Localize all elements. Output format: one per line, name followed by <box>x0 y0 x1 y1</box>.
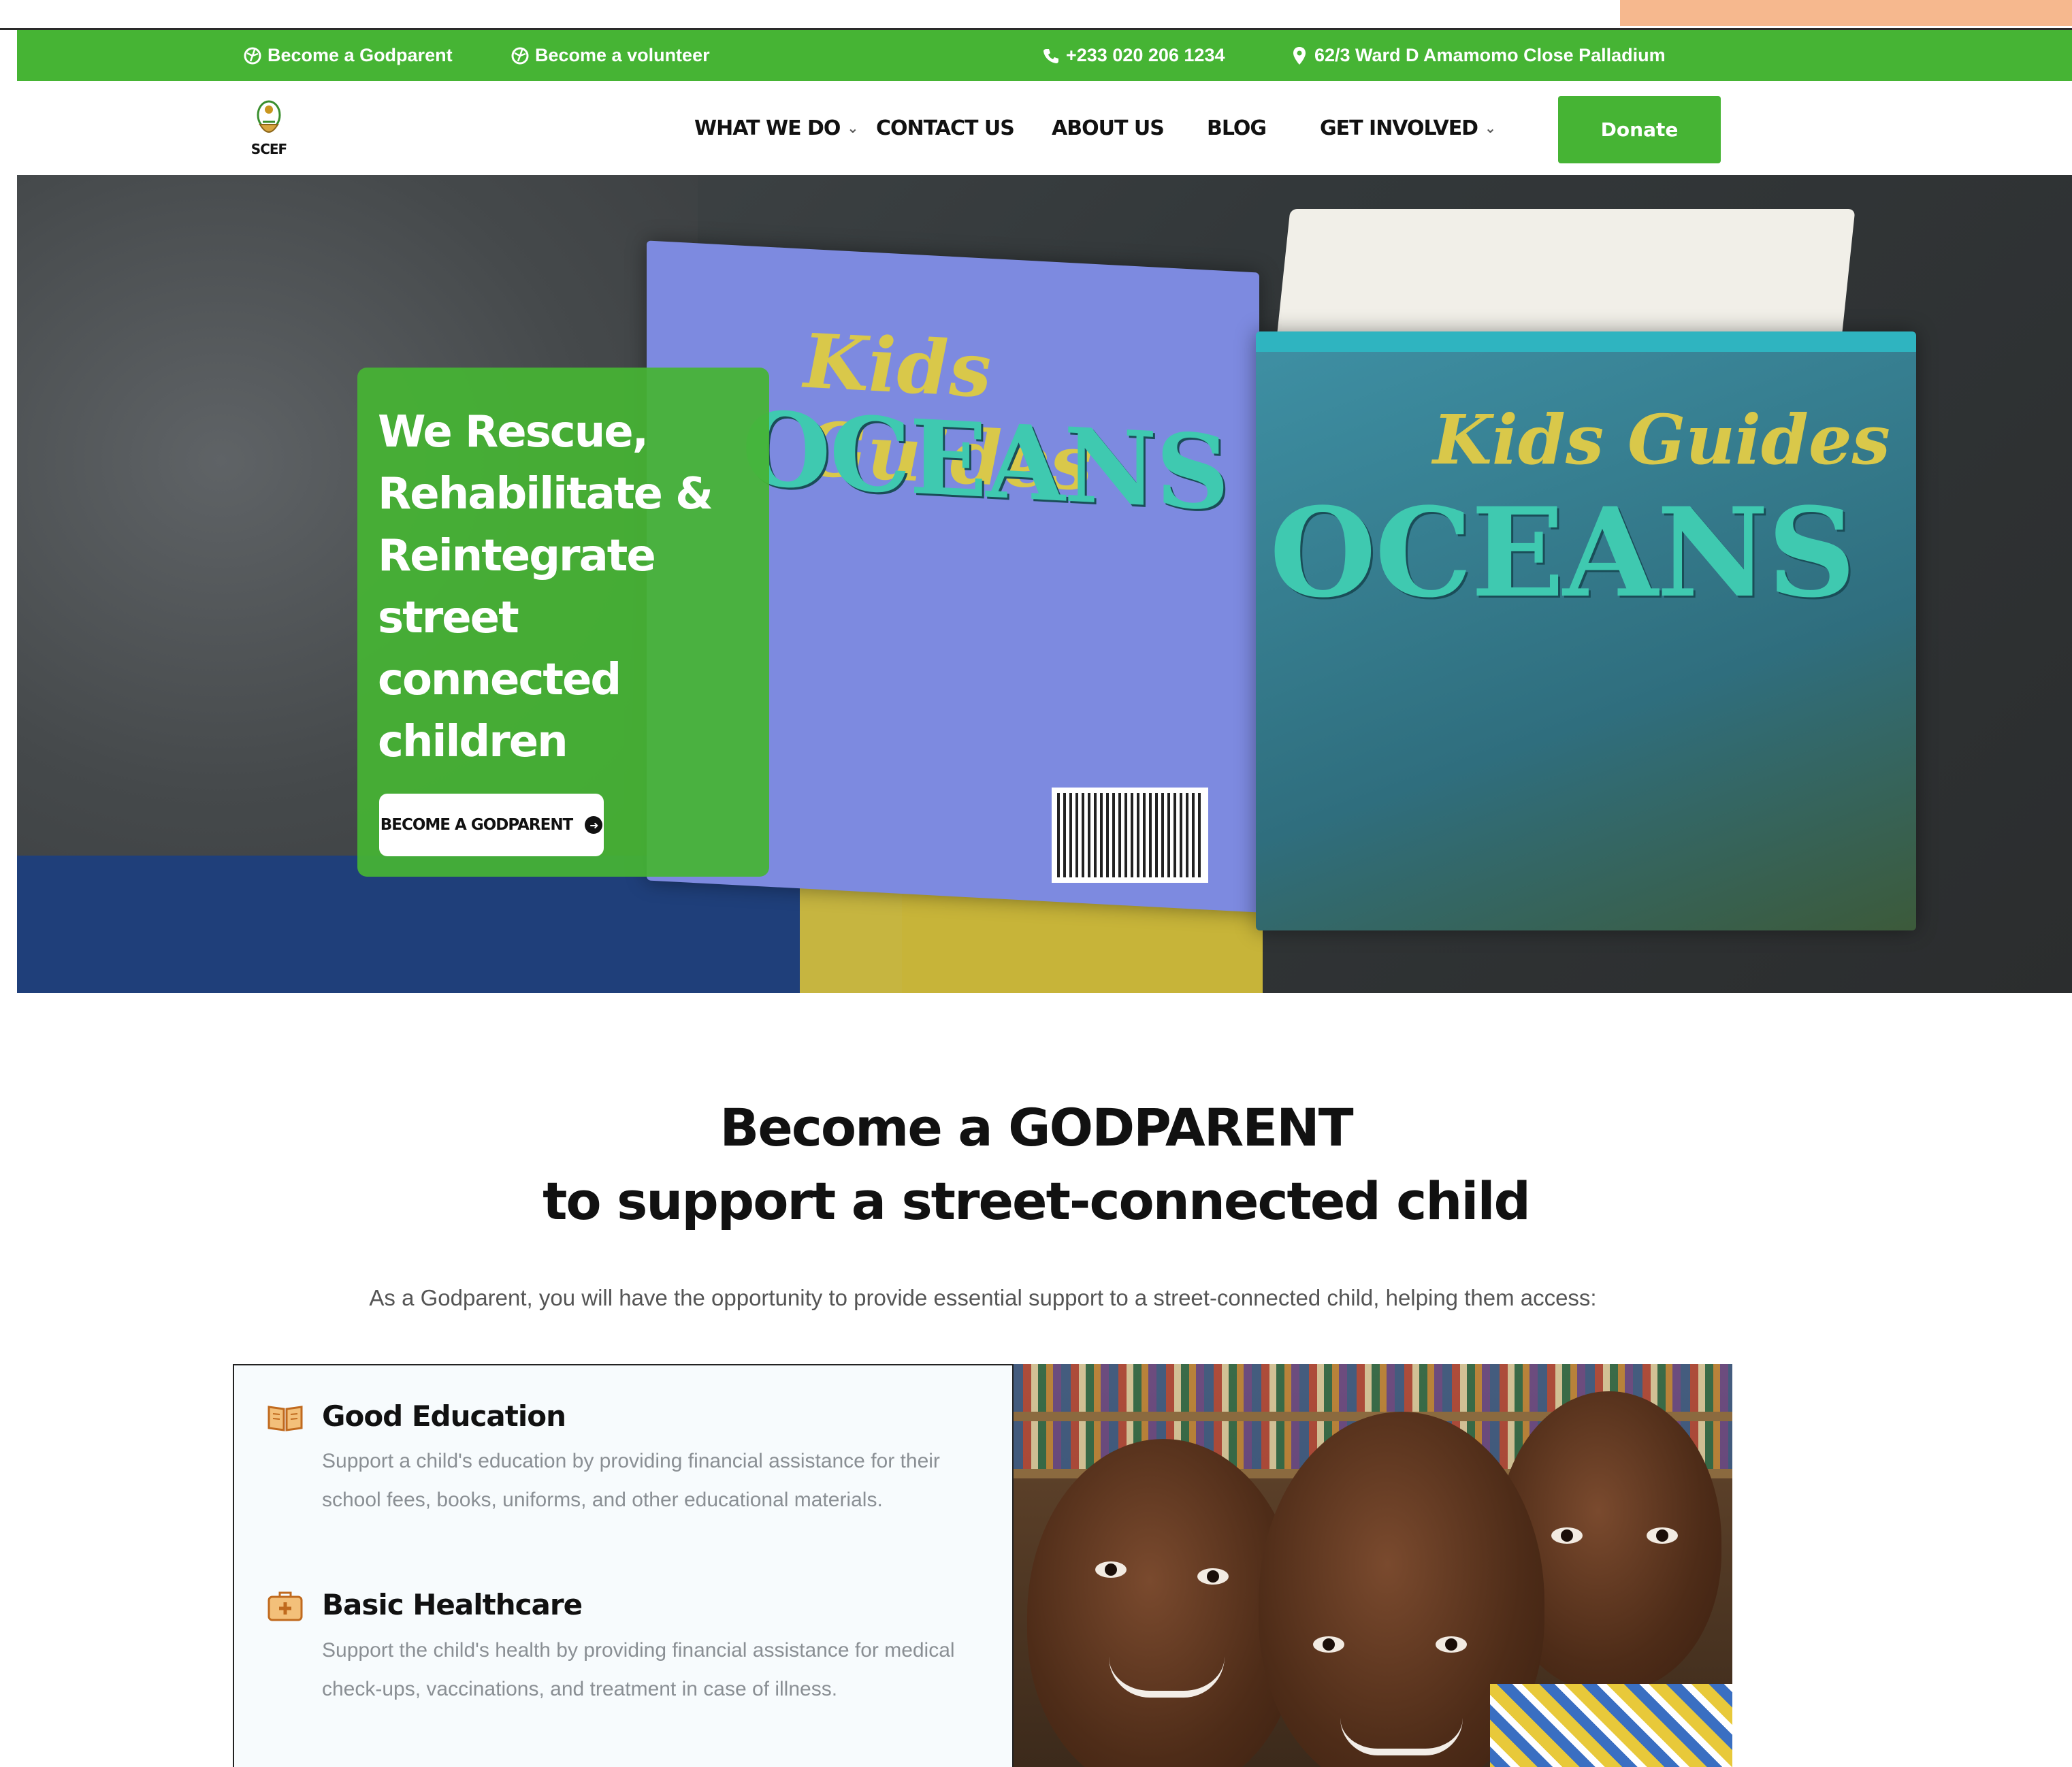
first-aid-kit-icon <box>266 1590 304 1621</box>
children-photo <box>1014 1364 1732 1767</box>
globe-icon <box>243 46 262 65</box>
arrow-right-icon: ➜ <box>585 816 603 834</box>
hero-title: We Rescue, Rehabilitate & Reintegrate st… <box>378 407 713 767</box>
hero-card: We Rescue, Rehabilitate & Reintegrate st… <box>357 368 769 877</box>
phone-icon <box>1041 46 1061 65</box>
open-book-icon <box>266 1403 304 1433</box>
nav-blog[interactable]: BLOG <box>1207 81 1267 175</box>
logo-text: SCEF <box>250 141 287 157</box>
become-godparent-button-label: BECOME A GODPARENT <box>380 816 574 834</box>
address-text: 62/3 Ward D Amamomo Close Palladium <box>1314 45 1666 65</box>
child-eye <box>1313 1636 1344 1653</box>
phone-link[interactable]: +233 020 206 1234 <box>1041 30 1225 81</box>
barcode-image <box>1052 788 1208 883</box>
nav-about-us-label: ABOUT US <box>1052 116 1165 140</box>
child-eye <box>1551 1527 1583 1544</box>
become-volunteer-label: Become a volunteer <box>535 45 710 65</box>
peach-tab-strip <box>1620 0 2072 26</box>
nav-get-involved[interactable]: GET INVOLVED ⌄ <box>1320 81 1496 175</box>
benefit-title-education: Good Education <box>322 1399 566 1433</box>
address-link[interactable]: 62/3 Ward D Amamomo Close Palladium <box>1290 30 1666 81</box>
main-navigation: SCEF WHAT WE DO ⌄ CONTACT US ABOUT US BL… <box>17 81 2072 175</box>
nav-about-us[interactable]: ABOUT US <box>1052 81 1165 175</box>
become-godparent-button[interactable]: BECOME A GODPARENT ➜ <box>379 794 604 856</box>
globe-icon <box>511 46 530 65</box>
nav-contact-us[interactable]: CONTACT US <box>876 81 1015 175</box>
section-heading-line1: Become a GODPARENT <box>719 1097 1353 1158</box>
book-series-text: Kids Guides <box>1433 400 1890 480</box>
child-eye <box>1647 1527 1678 1544</box>
benefit-text-education: Support a child's education by providing… <box>322 1450 940 1511</box>
benefit-text-healthcare: Support the child's health by providing … <box>322 1639 955 1700</box>
nav-blog-label: BLOG <box>1207 116 1267 140</box>
benefit-title-healthcare: Basic Healthcare <box>322 1588 583 1621</box>
child-eye <box>1436 1636 1467 1653</box>
patterned-shirt <box>1490 1684 1732 1767</box>
become-godparent-label: Become a Godparent <box>268 45 453 65</box>
chevron-down-icon: ⌄ <box>847 120 858 136</box>
section-heading-line2: to support a street-connected child <box>543 1171 1531 1231</box>
book-pages <box>1276 209 1856 345</box>
child-eye <box>1197 1568 1229 1585</box>
child-smile <box>1340 1718 1463 1755</box>
site-logo[interactable]: SCEF <box>245 97 293 159</box>
benefits-card: Good Education Support a child's educati… <box>233 1364 1014 1767</box>
nav-get-involved-label: GET INVOLVED <box>1320 116 1478 140</box>
nav-contact-us-label: CONTACT US <box>876 116 1015 140</box>
book-title-text: OCEANS <box>1269 481 1856 625</box>
become-volunteer-link[interactable]: Become a volunteer <box>511 30 710 81</box>
book-title-text: OCEANS <box>742 388 1229 534</box>
scef-emblem-icon <box>257 100 281 133</box>
map-pin-icon <box>1290 46 1309 65</box>
nav-what-we-do-label: WHAT WE DO <box>694 116 841 140</box>
hero-section: Kids Guides OCEANS Kids Guides OCEANS We… <box>17 175 2072 993</box>
section-lead-text: As a Godparent, you will have the opport… <box>369 1285 1597 1310</box>
become-godparent-link[interactable]: Become a Godparent <box>243 30 453 81</box>
child-eye <box>1095 1561 1127 1578</box>
nav-what-we-do[interactable]: WHAT WE DO ⌄ <box>694 81 858 175</box>
chevron-down-icon: ⌄ <box>1485 120 1496 136</box>
phone-number: +233 020 206 1234 <box>1066 45 1225 65</box>
donate-button[interactable]: Donate <box>1558 96 1721 163</box>
book-front-cover: Kids Guides OCEANS <box>1256 331 1916 930</box>
top-info-bar: Become a Godparent Become a volunteer +2… <box>17 30 2072 81</box>
